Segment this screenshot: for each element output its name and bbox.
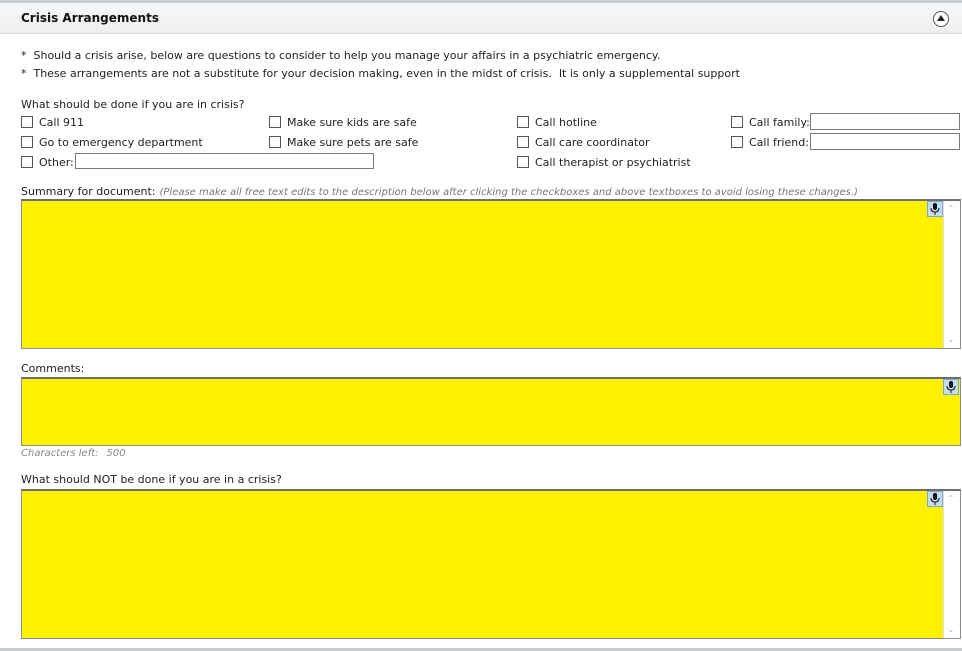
option-pets-safe[interactable]: Make sure pets are safe — [269, 135, 418, 149]
option-label: Go to emergency department — [39, 135, 203, 149]
scroll-down-icon[interactable]: ⌄ — [947, 626, 955, 634]
option-label: Call care coordinator — [535, 135, 650, 149]
option-call-family[interactable]: Call family: — [731, 115, 810, 129]
option-label: Call family: — [749, 115, 810, 129]
scroll-up-icon[interactable]: ⌃ — [947, 205, 955, 213]
option-label: Call therapist or psychiatrist — [535, 155, 691, 169]
summary-hint: (Please make all free text edits to the … — [159, 187, 858, 198]
summary-label: Summary for document: — [21, 185, 156, 198]
other-input[interactable] — [75, 153, 374, 169]
option-therapist[interactable]: Call therapist or psychiatrist — [517, 155, 691, 169]
summary-label-row: Summary for document: (Please make all fr… — [21, 185, 858, 198]
option-kids-safe[interactable]: Make sure kids are safe — [269, 115, 417, 129]
not-done-textarea[interactable]: ⌃ ⌄ — [21, 489, 961, 639]
crisis-question: What should be done if you are in crisis… — [21, 98, 245, 111]
checkbox[interactable] — [517, 156, 529, 168]
characters-left-label: Characters left: — [21, 448, 99, 459]
summary-textarea[interactable]: ⌃ ⌄ — [21, 199, 961, 349]
checkbox[interactable] — [269, 116, 281, 128]
checkbox[interactable] — [269, 136, 281, 148]
panel-header: Crisis Arrangements — [0, 3, 962, 34]
option-label: Call hotline — [535, 115, 597, 129]
characters-left: Characters left: 500 — [21, 448, 126, 459]
microphone-icon[interactable] — [927, 201, 943, 217]
characters-left-value: 500 — [106, 448, 126, 459]
scroll-up-icon[interactable]: ⌃ — [947, 495, 955, 503]
microphone-icon[interactable] — [927, 491, 943, 507]
family-input[interactable] — [810, 113, 960, 130]
checkbox[interactable] — [517, 136, 529, 148]
option-label: Other: — [39, 155, 74, 169]
option-hotline[interactable]: Call hotline — [517, 115, 597, 129]
microphone-icon[interactable] — [943, 379, 959, 395]
note-2: * These arrangements are not a substitut… — [21, 67, 740, 80]
option-label: Make sure kids are safe — [287, 115, 417, 129]
collapse-up-icon[interactable] — [933, 11, 949, 27]
not-done-label: What should NOT be done if you are in a … — [21, 473, 282, 486]
checkbox[interactable] — [21, 156, 33, 168]
option-label: Make sure pets are safe — [287, 135, 419, 149]
option-other[interactable]: Other: — [21, 155, 74, 169]
not-done-scrollbar[interactable]: ⌃ ⌄ — [943, 491, 960, 638]
checkbox[interactable] — [21, 116, 33, 128]
checkbox[interactable] — [731, 116, 743, 128]
summary-scrollbar[interactable]: ⌃ ⌄ — [943, 201, 960, 348]
scroll-down-icon[interactable]: ⌄ — [947, 336, 955, 344]
option-label: Call friend: — [749, 135, 809, 149]
checkbox[interactable] — [731, 136, 743, 148]
option-label: Call 911 — [39, 115, 85, 129]
note-1: * Should a crisis arise, below are quest… — [21, 49, 661, 62]
friend-input[interactable] — [810, 133, 960, 150]
option-call-friend[interactable]: Call friend: — [731, 135, 809, 149]
option-care-coordinator[interactable]: Call care coordinator — [517, 135, 650, 149]
checkbox[interactable] — [517, 116, 529, 128]
panel-title: Crisis Arrangements — [21, 11, 159, 25]
option-call-911[interactable]: Call 911 — [21, 115, 84, 129]
comments-textarea[interactable] — [21, 377, 961, 446]
option-emergency-department[interactable]: Go to emergency department — [21, 135, 203, 149]
comments-label: Comments: — [21, 362, 85, 375]
checkbox[interactable] — [21, 136, 33, 148]
